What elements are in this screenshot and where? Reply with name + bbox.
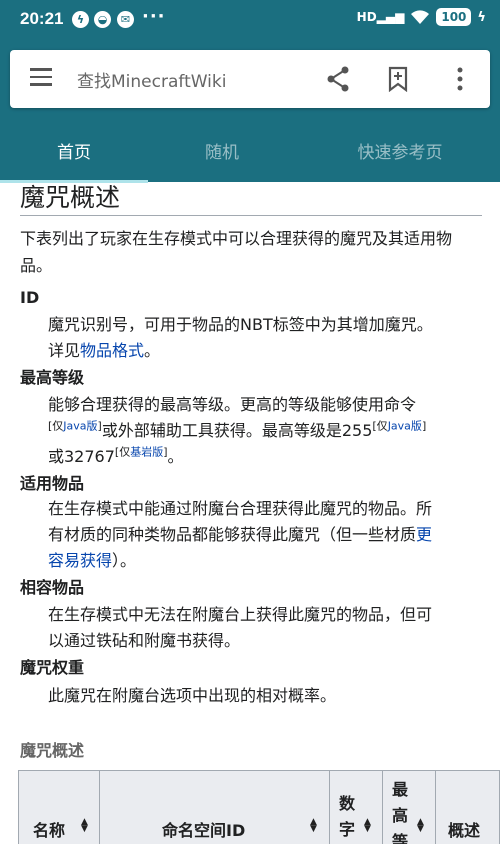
- column-header-name-label: 名称: [33, 821, 66, 840]
- column-header-number-label: 数字: [339, 794, 356, 839]
- easier-to-obtain-link-part2[interactable]: 容易获得: [48, 551, 112, 570]
- column-header-max-level[interactable]: 最高等 ▲ ▼: [382, 770, 436, 844]
- max-level-mid: 或外部辅助工具获得。最高等级是255: [101, 421, 373, 440]
- sort-icon[interactable]: ▲ ▼: [417, 818, 424, 834]
- term-max-level: 最高等级: [20, 368, 85, 387]
- status-time: 20:21: [20, 9, 64, 28]
- tab-random[interactable]: 随机: [148, 128, 296, 182]
- easier-to-obtain-link-part1[interactable]: 更: [416, 525, 432, 544]
- bedrock-edition-link[interactable]: 基岩版: [130, 446, 163, 459]
- wifi-icon: [411, 10, 430, 24]
- app-header: 查找MinecraftWiki 首页 随机 快速参考页: [0, 40, 500, 183]
- more-notifications-icon: ···: [142, 6, 166, 27]
- term-enchantment-weight: 魔咒权重: [20, 658, 85, 677]
- term-id-line1: 魔咒识别号，可用于物品的NBT标签中为其增加魔咒。: [48, 315, 433, 334]
- note3-pre: [仅: [114, 445, 131, 459]
- compatible-line1: 在生存模式中无法在附魔台上获得此魔咒的物品，但可: [48, 605, 433, 624]
- chat-notification-icon: ✉: [117, 11, 134, 28]
- term-id-description: 魔咒识别号，可用于物品的NBT标签中为其增加魔咒。 详见物品格式。: [48, 312, 478, 364]
- max-level-bedrock-value: 或32767: [48, 447, 115, 466]
- more-options-icon[interactable]: [457, 67, 463, 91]
- term-id-tail: 。: [144, 341, 161, 360]
- java-only-note-1: [仅Java版]: [48, 420, 102, 433]
- applicable-tail: ）。: [112, 551, 137, 570]
- battery-icon: 100: [436, 8, 472, 26]
- bookmark-add-icon[interactable]: [388, 66, 408, 92]
- term-id-see-text: 详见: [48, 341, 81, 360]
- column-header-name[interactable]: 名称 ▲ ▼: [18, 770, 100, 844]
- tab-home[interactable]: 首页: [0, 128, 148, 182]
- status-bar: 20:21 ϟ ◒ ✉ ··· HD▂▄▆ 100 ϟ: [0, 0, 500, 40]
- search-placeholder[interactable]: 查找MinecraftWiki: [77, 67, 226, 92]
- tab-quick-reference[interactable]: 快速参考页: [326, 128, 474, 182]
- menu-icon[interactable]: [30, 68, 52, 90]
- term-id: ID: [20, 288, 40, 307]
- sort-icon[interactable]: ▲ ▼: [310, 818, 317, 834]
- compatible-line2: 以通过铁砧和附魔书获得。: [48, 631, 241, 650]
- note2-pre: [仅: [372, 419, 388, 433]
- column-header-max-level-label: 最高等: [392, 780, 409, 844]
- term-applicable-items: 适用物品: [20, 474, 85, 493]
- column-header-number[interactable]: 数字 ▲ ▼: [329, 770, 383, 844]
- column-header-namespace-id[interactable]: 命名空间ID ▲ ▼: [99, 770, 330, 844]
- battery-level: 100: [441, 10, 467, 24]
- term-applicable-items-description: 在生存模式中能通过附魔台合理获得此魔咒的物品。所 有材质的同种类物品都能够获得此…: [48, 496, 478, 574]
- column-header-summary-label: 概述: [448, 821, 481, 840]
- sort-icon[interactable]: ▲ ▼: [364, 818, 371, 834]
- max-level-line3: 或32767[仅基岩版]。: [48, 444, 478, 470]
- term-id-line2: 详见物品格式。: [48, 338, 478, 364]
- charging-app-icon: ϟ: [72, 11, 89, 28]
- signal-label: HD: [356, 10, 377, 24]
- enchantment-table: 名称 ▲ ▼ 命名空间ID ▲ ▼ 数字 ▲ ▼ 最高等 ▲ ▼ 概述: [18, 770, 500, 844]
- java-only-note-2: [仅Java版]: [372, 420, 426, 433]
- max-level-tail: 。: [167, 447, 184, 466]
- table-caption: 魔咒概述: [20, 741, 85, 760]
- column-header-summary[interactable]: 概述: [435, 770, 500, 844]
- search-bar[interactable]: 查找MinecraftWiki: [10, 50, 490, 108]
- max-level-line2: [仅Java版]或外部辅助工具获得。最高等级是255[仅Java版]: [48, 418, 478, 444]
- java-edition-link-2[interactable]: Java版: [388, 420, 422, 433]
- applicable-line2-text: 有材质的同种类物品都能够获得此魔咒（但一些材质: [48, 525, 417, 544]
- max-level-line1: 能够合理获得的最高等级。更高的等级能够使用命令: [48, 395, 417, 414]
- term-enchantment-weight-description: 此魔咒在附魔台选项中出现的相对概率。: [48, 683, 478, 709]
- section-heading: 魔咒概述: [20, 183, 121, 212]
- app-notification-icon: ◒: [94, 11, 111, 28]
- item-format-link[interactable]: 物品格式: [80, 341, 144, 360]
- sort-icon[interactable]: ▲ ▼: [81, 818, 88, 834]
- bedrock-only-note: [仅基岩版]: [115, 446, 168, 459]
- term-compatible-items-description: 在生存模式中无法在附魔台上获得此魔咒的物品，但可 以通过铁砧和附魔书获得。: [48, 602, 478, 654]
- signal-icon: HD▂▄▆: [356, 10, 405, 24]
- term-compatible-items: 相容物品: [20, 578, 85, 597]
- note1-pre: [仅: [48, 419, 64, 433]
- java-edition-link-1[interactable]: Java版: [63, 420, 97, 433]
- tab-bar: 首页 随机 快速参考页: [0, 128, 500, 182]
- term-max-level-description: 能够合理获得的最高等级。更高的等级能够使用命令 [仅Java版]或外部辅助工具获…: [48, 392, 478, 470]
- charging-icon: ϟ: [477, 9, 486, 25]
- applicable-line2: 有材质的同种类物品都能够获得此魔咒（但一些材质更: [48, 522, 478, 548]
- article-content: 魔咒概述 下表列出了玩家在生存模式中可以合理获得的魔咒及其适用物品。 ID 魔咒…: [0, 182, 500, 844]
- applicable-line1: 在生存模式中能通过附魔台合理获得此魔咒的物品。所: [48, 499, 433, 518]
- share-icon[interactable]: [326, 66, 350, 92]
- column-header-namespace-id-label: 命名空间ID: [162, 821, 246, 840]
- applicable-line3: 容易获得）。: [48, 548, 478, 574]
- weight-line1: 此魔咒在附魔台选项中出现的相对概率。: [48, 686, 337, 705]
- intro-paragraph: 下表列出了玩家在生存模式中可以合理获得的魔咒及其适用物品。: [20, 229, 453, 275]
- heading-divider: [20, 215, 482, 216]
- note2-post: ]: [421, 419, 427, 433]
